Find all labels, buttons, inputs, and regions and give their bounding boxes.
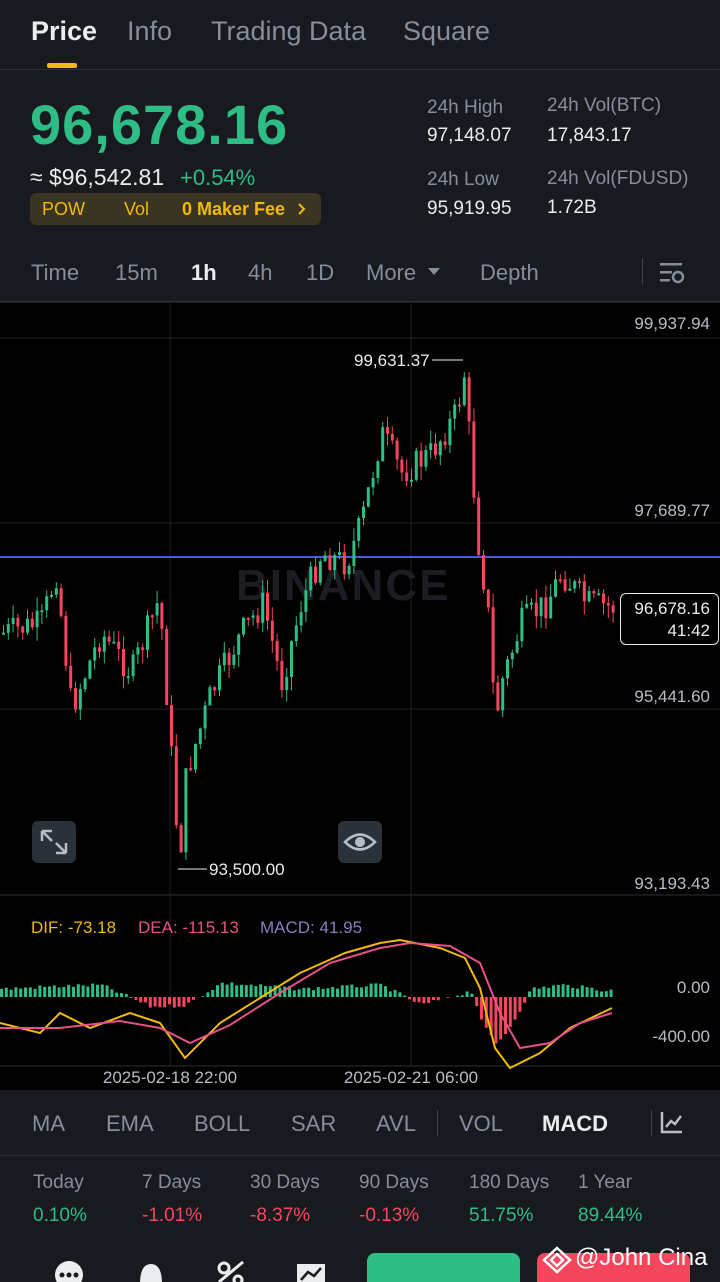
- performance-label: 30 Days: [250, 1172, 320, 1193]
- performance-label: Today: [33, 1172, 84, 1193]
- current-price-value: 96,678.16: [634, 599, 710, 618]
- interval-1h[interactable]: 1h: [191, 260, 217, 286]
- performance-label: 7 Days: [142, 1172, 202, 1193]
- axis-label-2: 97,689.77: [634, 501, 710, 520]
- current-price-label: 96,678.16 41:42: [620, 593, 719, 645]
- divider: [642, 258, 643, 284]
- stat-vol-fdusd-value: 1.72B: [547, 197, 597, 218]
- divider: [437, 1110, 438, 1136]
- interval-4h[interactable]: 4h: [248, 260, 272, 286]
- author-signature: @John Cina: [575, 1244, 708, 1271]
- stat-low-label: 24h Low: [427, 169, 499, 190]
- candles: [2, 371, 615, 860]
- stat-high-value: 97,148.07: [427, 125, 512, 146]
- visibility-button[interactable]: [338, 821, 382, 863]
- axis-label-bottom: 93,193.43: [634, 874, 710, 893]
- candle-countdown: 41:42: [667, 621, 710, 640]
- performance-value: -0.13%: [359, 1205, 420, 1226]
- stat-vol-fdusd-label: 24h Vol(FDUSD): [547, 168, 689, 189]
- indicator-avl[interactable]: AVL: [376, 1111, 416, 1137]
- indicator-ema[interactable]: EMA: [106, 1111, 154, 1137]
- tag-pow[interactable]: POW: [42, 199, 85, 220]
- tab-info[interactable]: Info: [127, 16, 172, 47]
- macd-value-label: MACD: 41.95: [260, 918, 362, 937]
- more-icon[interactable]: [54, 1260, 84, 1282]
- interval-row: Time 15m 1h 4h 1D More Depth: [0, 250, 720, 302]
- divider: [651, 1110, 652, 1136]
- indicator-macd[interactable]: MACD: [542, 1111, 608, 1137]
- price-change: +0.54%: [180, 165, 256, 190]
- tab-trading-data[interactable]: Trading Data: [211, 16, 366, 47]
- performance-value: -8.37%: [250, 1205, 311, 1226]
- indicator-vol[interactable]: VOL: [459, 1111, 503, 1137]
- date-label-2: 2025-02-21 06:00: [344, 1068, 478, 1087]
- axis-label-3: 95,441.60: [634, 687, 710, 706]
- stat-vol-btc-label: 24h Vol(BTC): [547, 95, 662, 116]
- performance-label: 1 Year: [578, 1172, 632, 1193]
- eye-icon: [343, 833, 377, 851]
- trade-swap-icon[interactable]: [216, 1260, 246, 1282]
- buy-button[interactable]: [367, 1253, 520, 1282]
- performance-value: 89.44%: [578, 1205, 643, 1226]
- macd-dif-label: DIF: -73.18: [31, 918, 116, 937]
- chart-settings-icon[interactable]: [659, 260, 685, 286]
- interval-depth[interactable]: Depth: [480, 260, 539, 286]
- fullscreen-button[interactable]: [32, 821, 76, 863]
- active-tab-indicator: [47, 63, 77, 68]
- interval-1d[interactable]: 1D: [306, 260, 334, 286]
- date-label-1: 2025-02-18 22:00: [103, 1068, 237, 1087]
- performance-label: 90 Days: [359, 1172, 429, 1193]
- candlestick-chart-svg: 99,631.37 93,500.00 99,937.94 97,689.77 …: [0, 303, 720, 1087]
- macd-histogram: [0, 982, 613, 1044]
- tag-row[interactable]: POW Vol 0 Maker Fee: [30, 193, 321, 225]
- low-marker-label: 93,500.00: [209, 860, 285, 879]
- performance-value: 0.10%: [33, 1205, 87, 1226]
- tab-square[interactable]: Square: [403, 16, 490, 47]
- usd-price: ≈ $96,542.81: [30, 164, 165, 190]
- macd-axis-neg: -400.00: [652, 1027, 710, 1046]
- macd-dea-label: DEA: -115.13: [138, 918, 239, 937]
- high-marker-label: 99,631.37: [354, 351, 430, 370]
- bell-icon[interactable]: [136, 1260, 166, 1282]
- caret-down-icon: [428, 268, 440, 275]
- tag-vol[interactable]: Vol: [124, 199, 149, 220]
- last-price: 96,678.16: [30, 93, 289, 156]
- performance-value: 51.75%: [469, 1205, 534, 1226]
- indicator-ma[interactable]: MA: [32, 1111, 65, 1137]
- tag-maker-fee[interactable]: 0 Maker Fee: [182, 199, 285, 220]
- stat-vol-btc-value: 17,843.17: [547, 125, 632, 146]
- tab-price[interactable]: Price: [31, 16, 97, 47]
- stat-low-value: 95,919.95: [427, 198, 512, 219]
- indicator-row: MA EMA BOLL SAR AVL VOL MACD: [0, 1090, 720, 1156]
- interval-more[interactable]: More: [366, 260, 416, 286]
- interval-15m[interactable]: 15m: [115, 260, 158, 286]
- top-tabs: Price Info Trading Data Square: [0, 0, 720, 70]
- expand-icon: [40, 829, 68, 855]
- chart-indicator-icon[interactable]: [660, 1110, 684, 1134]
- performance-label: 180 Days: [469, 1172, 550, 1193]
- binance-square-logo-icon: [542, 1246, 572, 1274]
- macd-axis-zero: 0.00: [677, 978, 710, 997]
- performance-value: -1.01%: [142, 1205, 203, 1226]
- indicator-boll[interactable]: BOLL: [194, 1111, 250, 1137]
- interval-time[interactable]: Time: [31, 260, 79, 286]
- axis-label-top: 99,937.94: [634, 314, 710, 333]
- indicator-sar[interactable]: SAR: [291, 1111, 336, 1137]
- grid-trading-icon[interactable]: [296, 1260, 326, 1282]
- price-chart[interactable]: BINANCE 99,631.37 93,500.00 99,937.94 97…: [0, 303, 720, 1090]
- chevron-right-icon: [298, 203, 306, 215]
- stat-high-label: 24h High: [427, 97, 504, 118]
